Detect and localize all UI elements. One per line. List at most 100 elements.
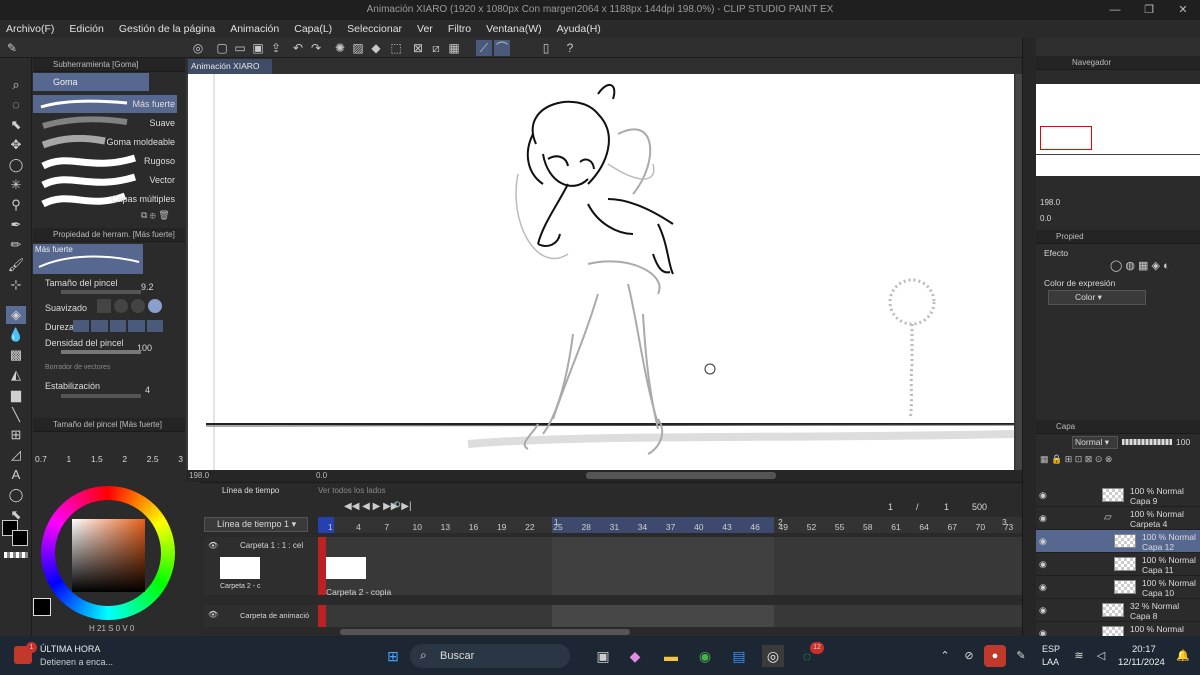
timeline-select[interactable]: Línea de tiempo 1 ▾ <box>204 517 308 532</box>
tab-animacion-xiaro[interactable]: Animación XIARO ✕ <box>188 59 272 86</box>
brush-size-preset[interactable]: 3 <box>178 454 183 464</box>
eye-icon[interactable]: ◉ <box>1039 628 1049 638</box>
network-off-icon[interactable]: ⊘ <box>958 645 980 667</box>
file-explorer-icon[interactable]: ▬ <box>660 645 682 667</box>
menu-gestion-pagina[interactable]: Gestión de la página <box>119 23 215 35</box>
text-tool-icon[interactable]: A <box>6 466 26 484</box>
lasso-tool-icon[interactable]: ◯ <box>6 156 26 174</box>
layer-row[interactable]: ◉ 32 % Normal Capa 8 <box>1036 599 1200 622</box>
store-icon[interactable]: ▤ <box>728 645 750 667</box>
brush-tool-icon[interactable]: 🖌 <box>6 256 26 274</box>
brush-size-preset[interactable]: 0.7 <box>35 454 47 464</box>
brush-size-preset[interactable]: 2 <box>122 454 127 464</box>
volume-icon[interactable]: ◁ <box>1090 645 1112 667</box>
main-color-swatch[interactable] <box>33 598 51 616</box>
angle-value[interactable]: 0.0 <box>316 471 327 480</box>
frame-tool-icon[interactable]: ⊞ <box>6 426 26 444</box>
brush-size-preset[interactable]: 1.5 <box>91 454 103 464</box>
restore-button[interactable]: ❐ <box>1132 0 1166 20</box>
eye-icon[interactable]: ◉ <box>1039 513 1049 523</box>
copilot-icon[interactable]: ◆ <box>624 645 646 667</box>
layer-toolbar[interactable]: ▦ 🔒 ⊞ ⊡ ⊠ ⊙ ⊗ <box>1040 454 1196 466</box>
redo-icon[interactable]: ↷ <box>308 40 324 56</box>
layer-row[interactable]: ◉ 100 % Normal Capa 10 <box>1036 576 1200 599</box>
track-header-2[interactable]: 👁 Carpeta de animació <box>204 605 318 627</box>
clock-date[interactable]: 12/11/2024 <box>1118 657 1165 668</box>
selection-tool-icon[interactable]: ◌ <box>6 96 26 114</box>
brush-item-goma-moldeable[interactable]: Goma moldeable <box>33 133 177 151</box>
pen-icon[interactable]: ✎ <box>1010 645 1032 667</box>
chevron-up-icon[interactable]: ⌃ <box>934 645 956 667</box>
export-icon[interactable]: ⇪ <box>268 40 284 56</box>
new-file-icon[interactable]: ▢ <box>214 40 230 56</box>
minimize-button[interactable]: — <box>1098 0 1132 20</box>
eye-icon[interactable]: ◉ <box>1039 490 1049 500</box>
opacity-slider[interactable] <box>1122 439 1172 445</box>
eye-icon[interactable]: ◉ <box>1039 536 1049 546</box>
snap-ruler-icon[interactable]: ⟋ <box>476 40 492 56</box>
menu-edicion[interactable]: Edición <box>69 23 103 35</box>
canvas-area[interactable] <box>186 74 1022 470</box>
brush-item-mas-fuerte[interactable]: Más fuerte <box>33 95 177 113</box>
eye-icon[interactable]: 👁 <box>208 541 218 550</box>
pen-tool-icon[interactable]: ✒ <box>6 216 26 234</box>
saturation-value-square[interactable] <box>72 519 145 592</box>
eraser-tool-icon[interactable]: ◈ <box>6 306 26 324</box>
brush-item-capas-multiples[interactable]: Capas múltiples <box>33 190 177 208</box>
invert-selection-icon[interactable]: ⧄ <box>428 40 444 56</box>
stabilization-slider[interactable] <box>61 394 141 398</box>
brush-item-suave[interactable]: Suave <box>33 114 177 132</box>
hardness-options[interactable] <box>73 320 164 332</box>
smoothing-options[interactable] <box>97 299 167 315</box>
navigator-preview[interactable] <box>1036 84 1200 176</box>
figure-tool-icon[interactable]: ╲ <box>6 406 26 424</box>
close-button[interactable]: ✕ <box>1166 0 1200 20</box>
open-file-icon[interactable]: ▭ <box>232 40 248 56</box>
clear-icon[interactable]: ▨ <box>350 40 366 56</box>
stabilization-value[interactable]: 4 <box>145 385 150 395</box>
balloon-tool-icon[interactable]: ◯ <box>6 486 26 504</box>
eye-icon[interactable]: ◉ <box>1039 605 1049 615</box>
device-icon[interactable]: ▯ <box>538 40 554 56</box>
frame-total[interactable]: 500 <box>972 502 987 512</box>
brush-size-preset[interactable]: 1 <box>66 454 71 464</box>
nav-zoom[interactable]: 198.0 <box>1040 198 1060 207</box>
track-frames-2[interactable] <box>318 605 1022 627</box>
object-tool-icon[interactable]: ⬉ <box>6 116 26 134</box>
view-frame[interactable] <box>1040 126 1092 150</box>
blend-tool-icon[interactable]: 💧 <box>6 326 26 344</box>
eyedropper-icon[interactable]: ⚲ <box>6 196 26 214</box>
subtool-actions[interactable]: ⧉ ⊕ 🗑 <box>141 210 181 222</box>
nav-angle[interactable]: 0.0 <box>1040 214 1051 223</box>
zoom-tool-icon[interactable]: ⌕ <box>6 76 26 94</box>
brush-size-slider[interactable] <box>61 290 141 294</box>
auto-select-icon[interactable]: ✳ <box>6 176 26 194</box>
eye-icon[interactable]: 👁 <box>208 610 218 619</box>
transparent-color-swatch[interactable] <box>4 552 28 558</box>
layer-row[interactable]: ◉ 100 % Normal Capa 11 <box>1036 553 1200 576</box>
ruler-tool-icon[interactable]: ◿ <box>6 446 26 464</box>
expression-select[interactable]: Color ▾ <box>1048 290 1146 305</box>
transform-icon[interactable]: ⬚ <box>388 40 404 56</box>
brush-icon[interactable]: ✎ <box>4 40 20 56</box>
gradient-tool-icon[interactable]: ▆ <box>6 386 26 404</box>
layer-row[interactable]: ◉ 100 % Normal Capa 12 <box>1036 530 1200 553</box>
track-frames-1[interactable]: Carpeta 2 - copia <box>318 537 1022 597</box>
language-code[interactable]: ESP <box>1042 644 1060 654</box>
news-title[interactable]: ÚLTIMA HORA <box>40 644 100 654</box>
zoom-value[interactable]: 198.0 <box>189 471 209 480</box>
fill-tool-icon[interactable]: ◭ <box>6 366 26 384</box>
menu-archivo[interactable]: Archivo(F) <box>6 23 54 35</box>
timeline-scrollbar[interactable] <box>340 629 630 635</box>
eye-icon[interactable]: ◉ <box>1039 559 1049 569</box>
pencil-tool-icon[interactable]: ✏ <box>6 236 26 254</box>
windows-start-icon[interactable]: ⊞ <box>382 645 404 667</box>
menu-ayuda[interactable]: Ayuda(H) <box>557 23 601 35</box>
layer-row[interactable]: ◉ 100 % Normal Capa 9 <box>1036 484 1200 507</box>
layer-row[interactable]: ◉ ▱ 100 % Normal Carpeta 4 <box>1036 507 1200 530</box>
notification-bell-icon[interactable]: 🔔 <box>1172 645 1194 667</box>
save-icon[interactable]: ▣ <box>250 40 266 56</box>
frame-ruler[interactable]: 1 4 7 10 13 16 19 22 25 28 31 34 37 40 43 46 49 52 55 58 61 6… <box>318 517 1022 533</box>
language-layout[interactable]: LAA <box>1042 657 1059 667</box>
effect-icons[interactable]: ◯ ◍ ▦ ◈ ◐ <box>1110 259 1170 272</box>
